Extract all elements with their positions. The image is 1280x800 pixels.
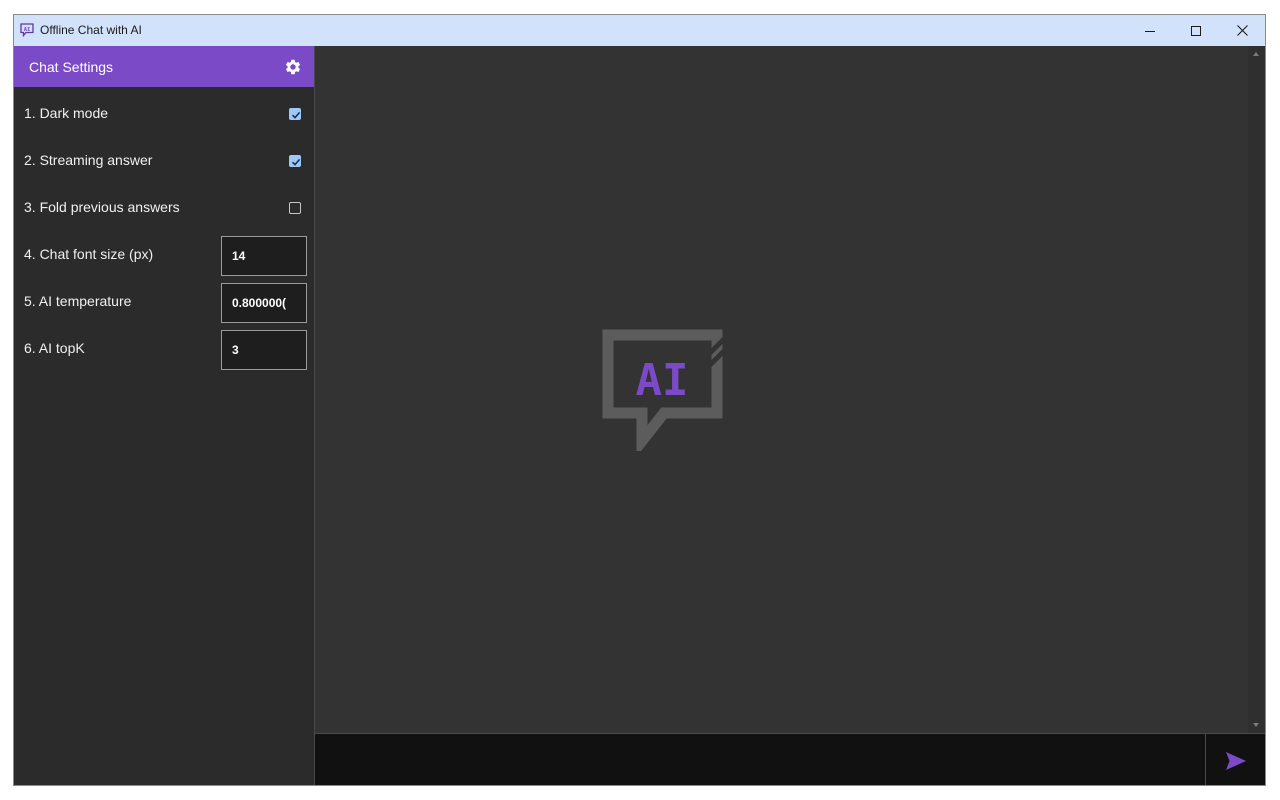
fold-previous-answers-label: 3. Fold previous answers — [24, 199, 180, 215]
chat-font-size-input[interactable] — [221, 236, 307, 276]
message-input[interactable] — [315, 734, 1205, 785]
checkmark-icon — [291, 158, 301, 166]
ai-temperature-label: 5. AI temperature — [24, 293, 132, 309]
streaming-answer-checkbox[interactable] — [289, 155, 301, 167]
logo-text: AI — [636, 355, 689, 406]
app-window: AI Offline Chat with AI Chat Settings 1.… — [13, 14, 1266, 786]
maximize-icon — [1191, 25, 1201, 36]
close-icon — [1236, 25, 1248, 36]
setting-dark-mode: 1. Dark mode — [14, 90, 314, 137]
dark-mode-checkbox[interactable] — [289, 108, 301, 120]
fold-previous-answers-checkbox[interactable] — [289, 202, 301, 214]
send-arrow-icon — [1226, 751, 1246, 770]
sidebar-title: Chat Settings — [29, 59, 114, 75]
maximize-button[interactable] — [1173, 15, 1219, 46]
window-title: Offline Chat with AI — [40, 23, 142, 37]
title-bar: AI Offline Chat with AI — [14, 15, 1265, 46]
chat-font-size-label: 4. Chat font size (px) — [24, 246, 154, 262]
message-input-bar — [315, 733, 1265, 785]
sidebar-header: Chat Settings — [14, 46, 314, 87]
send-button[interactable] — [1205, 734, 1265, 785]
settings-sidebar: Chat Settings 1. Dark mode 2. Streaming … — [14, 46, 315, 785]
setting-fold-previous-answers: 3. Fold previous answers — [14, 184, 314, 231]
setting-ai-topk: 6. AI topK — [14, 325, 314, 372]
setting-ai-temperature: 5. AI temperature — [14, 278, 314, 325]
chat-area: AI — [315, 46, 1249, 733]
scroll-down-arrow-icon[interactable] — [1253, 723, 1259, 727]
streaming-answer-label: 2. Streaming answer — [24, 152, 153, 168]
minimize-icon — [1145, 30, 1155, 32]
chat-ai-app-icon: AI — [20, 23, 34, 37]
minimize-button[interactable] — [1127, 15, 1173, 46]
svg-text:AI: AI — [24, 27, 31, 33]
close-button[interactable] — [1219, 15, 1265, 46]
ai-topk-input[interactable] — [221, 330, 307, 370]
setting-chat-font-size: 4. Chat font size (px) — [14, 231, 314, 278]
scroll-up-arrow-icon[interactable] — [1253, 52, 1259, 56]
dark-mode-label: 1. Dark mode — [24, 105, 109, 121]
checkmark-icon — [291, 111, 301, 119]
setting-streaming-answer: 2. Streaming answer — [14, 137, 314, 184]
ai-topk-label: 6. AI topK — [24, 340, 85, 356]
chat-bubble-ai-icon: AI — [602, 329, 724, 451]
chat-scrollbar[interactable] — [1248, 46, 1265, 733]
ai-temperature-input[interactable] — [221, 283, 307, 323]
gear-icon[interactable] — [284, 58, 302, 76]
